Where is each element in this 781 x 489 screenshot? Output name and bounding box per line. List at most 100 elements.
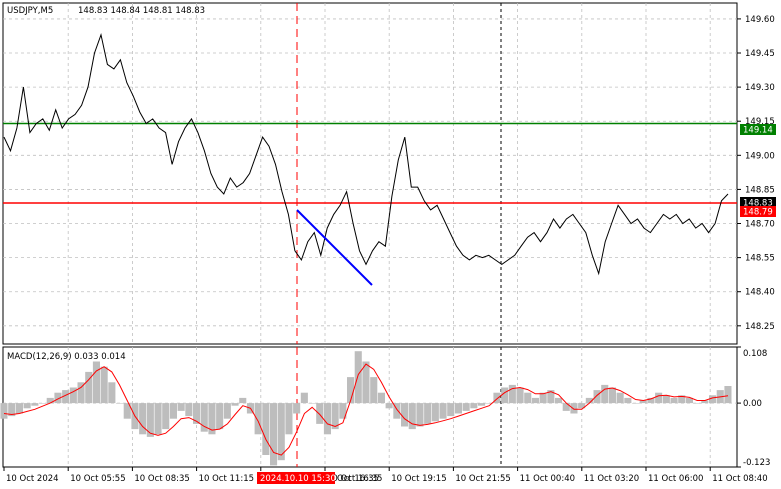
macd-histogram-bar bbox=[23, 403, 31, 409]
macd-histogram-bar bbox=[439, 403, 447, 419]
macd-histogram-bar bbox=[662, 395, 670, 404]
macd-histogram-bar bbox=[262, 403, 270, 455]
macd-histogram-bar bbox=[377, 392, 385, 404]
ohlc-label: 148.83 148.84 148.81 148.83 bbox=[78, 6, 205, 16]
macd-histogram-bar bbox=[177, 403, 185, 411]
macd-histogram-bar bbox=[531, 397, 539, 404]
macd-histogram-bar bbox=[632, 403, 640, 404]
macd-histogram-bar bbox=[555, 397, 563, 404]
support-value: 148.79 bbox=[743, 208, 773, 218]
macd-histogram-bar bbox=[323, 403, 331, 435]
macd-histogram-bar bbox=[562, 403, 570, 411]
macd-histogram-bar bbox=[116, 403, 124, 404]
macd-axis-label: 0.108 bbox=[743, 349, 767, 359]
support-tag: 148.79 bbox=[740, 206, 776, 218]
macd-histogram-bar bbox=[216, 403, 224, 430]
macd-histogram-bar bbox=[478, 403, 486, 406]
price-axis-label: 148.40 bbox=[745, 288, 775, 298]
resistance-tag: 149.14 bbox=[740, 124, 776, 136]
macd-histogram-bar bbox=[239, 397, 247, 404]
trading-chart[interactable]: USDJPY,M5 148.83 148.84 148.81 148.83 14… bbox=[0, 0, 781, 489]
macd-histogram-bar bbox=[108, 382, 116, 404]
price-axis-label: 149.00 bbox=[745, 151, 775, 161]
price-panel[interactable]: USDJPY,M5 148.83 148.84 148.81 148.83 14… bbox=[2, 2, 776, 345]
time-axis-label: 10 Oct 19:15 bbox=[391, 474, 446, 484]
macd-histogram-bar bbox=[601, 384, 609, 404]
macd-histogram-bar bbox=[593, 390, 601, 404]
macd-histogram-bar bbox=[231, 403, 239, 406]
macd-histogram-bar bbox=[223, 403, 231, 419]
macd-histogram-bar bbox=[693, 403, 701, 404]
time-axis: 10 Oct 2024 10 Oct 05:55 10 Oct 08:35 10 Oc… bbox=[3, 467, 768, 484]
macd-histogram-bar bbox=[408, 403, 416, 430]
macd-histogram-bar bbox=[431, 403, 439, 422]
resistance-value: 149.14 bbox=[743, 126, 773, 136]
time-axis-label: 10 Oct 21:55 bbox=[455, 474, 510, 484]
price-axis-label: 149.30 bbox=[745, 83, 775, 93]
macd-histogram-bar bbox=[277, 403, 285, 461]
macd-histogram-bar bbox=[385, 403, 393, 409]
macd-histogram-bar bbox=[285, 403, 293, 435]
macd-histogram-bar bbox=[162, 403, 170, 430]
macd-histogram-bar bbox=[370, 377, 378, 404]
time-axis-label: 11 Oct 00:40 bbox=[520, 474, 575, 484]
symbol-label: USDJPY,M5 bbox=[7, 6, 53, 16]
macd-histogram-bar bbox=[462, 403, 470, 411]
time-axis-label: 10 Oct 05:55 bbox=[70, 474, 125, 484]
macd-histogram-bar bbox=[670, 397, 678, 404]
macd-histogram-bar bbox=[608, 387, 616, 404]
macd-histogram-bar bbox=[300, 392, 308, 404]
macd-panel[interactable]: MACD(12,26,9) 0.033 0.014 0.108 0.00 -0.12… bbox=[0, 346, 770, 468]
macd-histogram-bar bbox=[354, 351, 362, 404]
macd-histogram-bar bbox=[139, 403, 147, 435]
macd-histogram-bar bbox=[724, 386, 732, 404]
macd-histogram-bar bbox=[293, 403, 301, 414]
macd-histogram-bar bbox=[92, 361, 100, 404]
macd-histogram-bar bbox=[15, 403, 23, 414]
macd-histogram-bar bbox=[624, 397, 632, 404]
time-axis-label: 10 Oct 11:15 bbox=[199, 474, 254, 484]
macd-histogram-bar bbox=[401, 403, 409, 427]
macd-label: MACD(12,26,9) 0.033 0.014 bbox=[7, 352, 126, 362]
macd-histogram-bar bbox=[316, 403, 324, 424]
macd-histogram-bar bbox=[308, 403, 316, 404]
macd-histogram-bar bbox=[100, 366, 108, 404]
macd-histogram-bar bbox=[454, 403, 462, 414]
macd-histogram-bar bbox=[169, 403, 177, 419]
macd-histogram-bar bbox=[470, 403, 478, 409]
price-axis-label: 148.70 bbox=[745, 220, 775, 230]
time-axis-label: Oct 16:35 bbox=[337, 474, 379, 484]
macd-histogram-bar bbox=[570, 403, 578, 414]
time-axis-label: 10 Oct 08:35 bbox=[134, 474, 189, 484]
macd-histogram-bar bbox=[424, 403, 432, 424]
macd-axis-label: 0.00 bbox=[743, 399, 762, 409]
price-axis-label: 148.55 bbox=[745, 254, 775, 264]
time-axis-label: 11 Oct 06:00 bbox=[648, 474, 703, 484]
macd-histogram-bar bbox=[46, 397, 54, 404]
macd-histogram-bar bbox=[270, 403, 278, 466]
macd-histogram-bar bbox=[516, 387, 524, 404]
macd-histogram-bar bbox=[154, 403, 162, 435]
highlight-time-label: 2024.10.10 15:30 bbox=[260, 474, 336, 484]
macd-histogram-bar bbox=[655, 392, 663, 404]
macd-histogram-bar bbox=[416, 403, 424, 427]
macd-histogram-bar bbox=[524, 392, 532, 404]
macd-panel-frame bbox=[2, 346, 738, 468]
time-axis-label: 11 Oct 03:20 bbox=[584, 474, 639, 484]
macd-histogram-bar bbox=[254, 403, 262, 435]
price-panel-frame bbox=[2, 2, 738, 345]
time-axis-label: 11 Oct 08:40 bbox=[712, 474, 767, 484]
macd-histogram-bar bbox=[39, 403, 47, 404]
macd-axis: 0.108 0.00 -0.123 bbox=[737, 346, 770, 468]
price-axis-label: 149.45 bbox=[745, 49, 775, 59]
macd-histogram-bar bbox=[185, 403, 193, 417]
macd-axis-label: -0.123 bbox=[743, 458, 770, 468]
macd-histogram-bar bbox=[31, 403, 39, 406]
price-axis-label: 148.85 bbox=[745, 185, 775, 195]
macd-histogram-bar bbox=[146, 403, 154, 437]
macd-histogram-bar bbox=[447, 403, 455, 417]
macd-histogram-bar bbox=[616, 392, 624, 404]
time-axis-label: 10 Oct 2024 bbox=[6, 474, 59, 484]
price-axis-label: 148.25 bbox=[745, 322, 775, 332]
price-axis-label: 149.60 bbox=[745, 15, 775, 25]
